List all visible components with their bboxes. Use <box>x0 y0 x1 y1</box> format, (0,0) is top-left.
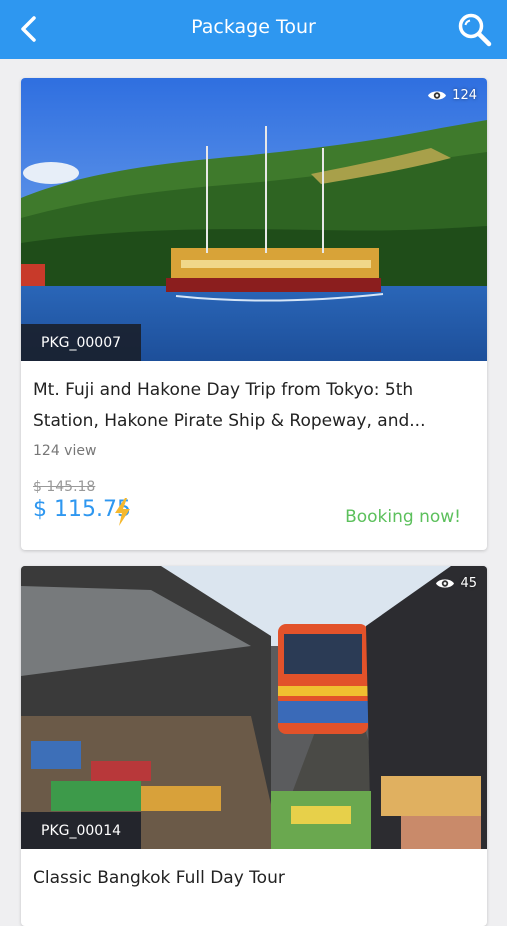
views-count: 45 <box>460 576 477 591</box>
eye-icon <box>436 579 455 588</box>
view-count-text: 124 view <box>33 443 97 459</box>
views-badge: 45 <box>435 576 477 591</box>
old-price: $ 145.18 <box>33 479 96 495</box>
page-title: Package Tour <box>191 16 316 38</box>
package-code: PKG_00014 <box>21 812 142 849</box>
tour-image <box>21 78 487 361</box>
views-badge: 124 <box>427 88 477 103</box>
app-bar: Package Tour <box>0 0 507 59</box>
lightning-icon <box>115 498 130 526</box>
tour-card[interactable]: 45 PKG_00014 Classic Bangkok Full Day To… <box>21 566 487 926</box>
tour-card[interactable]: 124 PKG_00007 Mt. Fuji and Hakone Day Tr… <box>21 78 487 550</box>
booking-button[interactable]: Booking now! <box>345 507 461 527</box>
tour-list: 124 PKG_00007 Mt. Fuji and Hakone Day Tr… <box>0 59 507 926</box>
tour-photo[interactable]: 45 PKG_00014 <box>21 566 487 849</box>
tour-name[interactable]: Mt. Fuji and Hakone Day Trip from Tokyo:… <box>33 375 475 437</box>
eye-icon <box>428 91 447 100</box>
tour-name[interactable]: Classic Bangkok Full Day Tour <box>33 863 475 894</box>
search-icon[interactable] <box>456 11 492 47</box>
views-count: 124 <box>452 88 477 103</box>
tour-photo[interactable]: 124 PKG_00007 <box>21 78 487 361</box>
tour-image <box>21 566 487 849</box>
package-code: PKG_00007 <box>21 324 142 361</box>
